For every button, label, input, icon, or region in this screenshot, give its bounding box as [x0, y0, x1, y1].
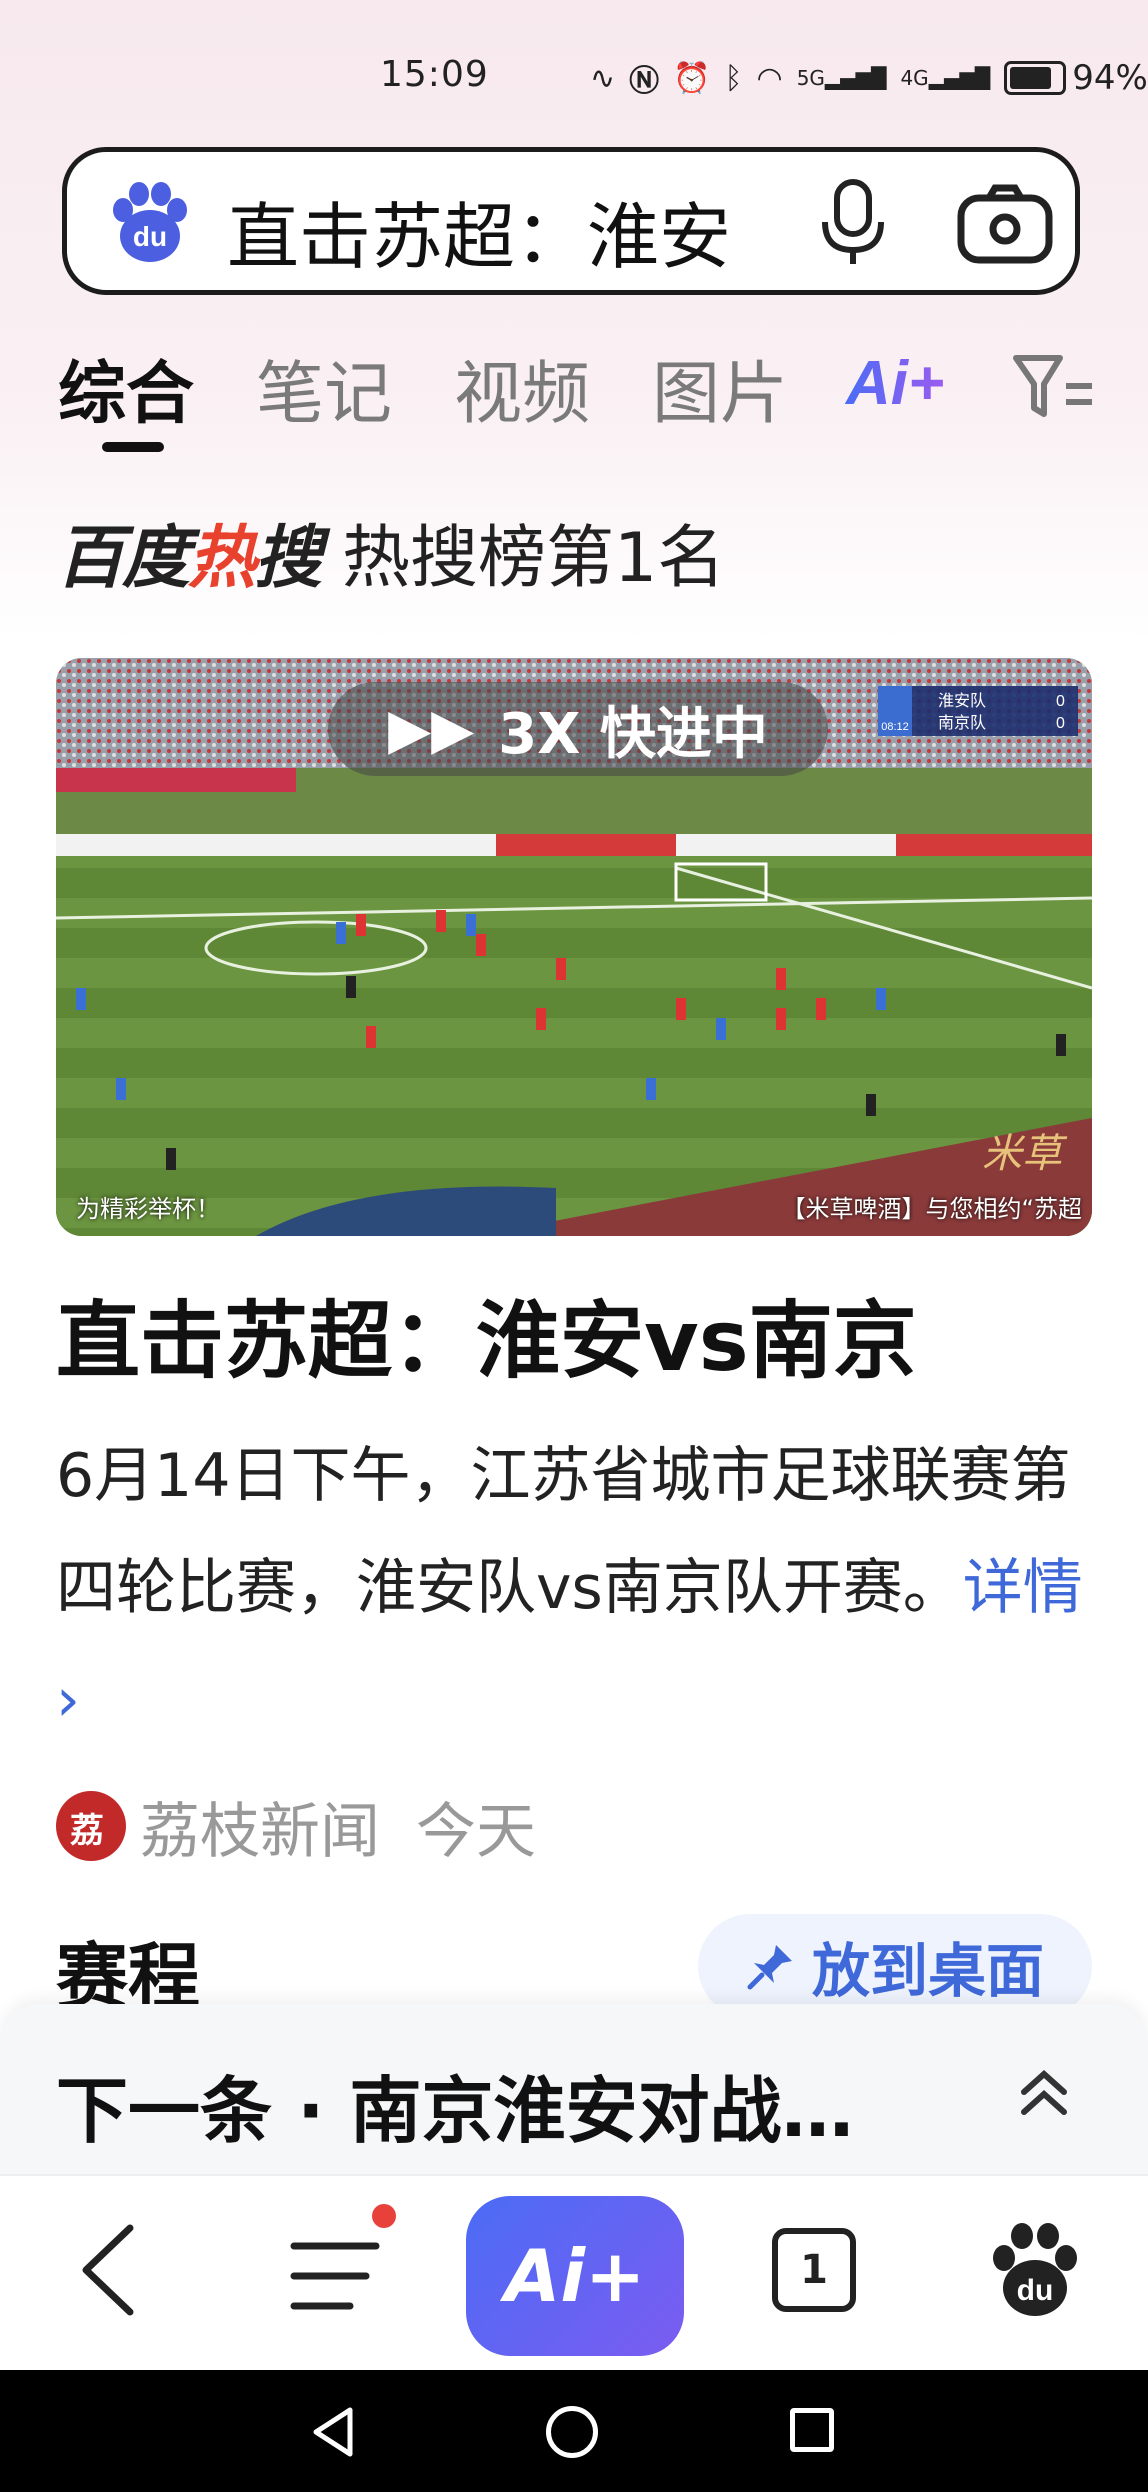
back-icon[interactable] — [70, 2220, 150, 2320]
tab-comprehensive[interactable]: 综合 — [58, 338, 194, 437]
hot-search-rank: 百度热搜 热搜榜第1名 — [56, 506, 725, 598]
battery-percent: 94% — [1072, 58, 1148, 98]
microphone-icon[interactable] — [813, 178, 893, 268]
filter-icon[interactable] — [1010, 352, 1096, 422]
tab-notes[interactable]: 笔记 — [256, 338, 392, 437]
tab-videos[interactable]: 视频 — [454, 338, 590, 437]
alarm-icon: ⏰ — [673, 60, 711, 96]
fast-forward-indicator: ▶▶ 3X 快进中 — [328, 682, 828, 776]
signal-5g-icon: 5G▂▄▆█ — [796, 66, 887, 90]
article-source: 荔 荔枝新闻 今天 — [56, 1788, 536, 1867]
scoreboard-team2: 南京队 — [938, 713, 986, 732]
hot-rank-text: 热搜榜第1名 — [342, 518, 726, 598]
scoreboard-team1: 淮安队 — [938, 691, 986, 710]
nfc-icon: Ⓝ — [629, 64, 660, 99]
article-summary: 6月14日下午，江苏省城市足球联赛第四轮比赛，淮安队vs南京队开赛。详情 › — [56, 1420, 1096, 1756]
baidu-home-icon[interactable]: du — [990, 2222, 1080, 2318]
bottom-toolbar: Ai+ 1 du — [0, 2174, 1148, 2372]
source-avatar: 荔 — [56, 1791, 126, 1861]
active-tab-indicator — [102, 442, 164, 452]
system-recents-icon[interactable] — [790, 2408, 834, 2452]
hot-brand-red: 热 — [188, 518, 256, 598]
system-navigation-bar — [0, 2370, 1148, 2492]
source-avatar-text: 荔 — [70, 1811, 104, 1851]
camera-icon[interactable] — [955, 182, 1055, 266]
battery-fill — [1010, 67, 1052, 89]
system-home-icon[interactable] — [546, 2406, 598, 2458]
baidu-logo-icon: du — [113, 182, 187, 262]
summary-text: 6月14日下午，江苏省城市足球联赛第四轮比赛，淮安队vs南京队开赛。 — [56, 1441, 1071, 1623]
signal-4g-icon: 4G▂▄▆█ — [900, 66, 991, 90]
system-back-icon[interactable] — [310, 2406, 356, 2458]
network-5g-label: 5G — [796, 66, 825, 90]
search-tabs: 综合 笔记 视频 图片 Ai+ — [58, 338, 1118, 452]
tab-switcher-button[interactable]: 1 — [772, 2228, 856, 2312]
scoreboard-time: 08:12 — [881, 721, 909, 733]
status-time: 15:09 — [380, 54, 489, 95]
status-bar: 15:09 ∿ Ⓝ ⏰ ᛒ ◠ 5G▂▄▆█ 4G▂▄▆█ 94% — [0, 50, 1148, 110]
source-name[interactable]: 荔枝新闻 — [140, 1783, 380, 1870]
svg-text:du: du — [133, 221, 167, 252]
ai-assistant-button[interactable]: Ai+ — [466, 2196, 684, 2356]
network-4g-label: 4G — [900, 66, 929, 90]
search-bar[interactable]: du 直击苏超：淮安 — [62, 147, 1080, 295]
wifi-icon: ◠ — [756, 60, 783, 96]
scoreboard: 08:12 淮安队 南京队 0 0 — [878, 686, 1078, 736]
svg-text:du: du — [1017, 2274, 1054, 2307]
ai-button-label: Ai+ — [504, 2234, 646, 2318]
fast-forward-icon: ▶▶ — [388, 696, 475, 762]
next-item-text: 下一条 · 南京淮安对战… — [56, 2069, 854, 2153]
tab-ai[interactable]: Ai+ — [844, 346, 984, 416]
sponsor-watermark: 米草 — [982, 1131, 1062, 1177]
scoreboard-score2: 0 — [1056, 715, 1065, 732]
hot-brand-part1: 百度 — [56, 518, 190, 598]
battery-indicator: 94% — [1004, 58, 1148, 98]
tab-images[interactable]: 图片 — [652, 338, 788, 437]
scoreboard-score1: 0 — [1056, 693, 1065, 710]
article-headline[interactable]: 直击苏超：淮安vs南京 — [56, 1274, 917, 1395]
menu-icon[interactable] — [290, 2236, 380, 2316]
chevron-up-icon[interactable] — [1014, 2064, 1074, 2124]
bluetooth-icon: ᛒ — [724, 60, 743, 96]
link-icon: ∿ — [590, 60, 616, 96]
pin-icon — [747, 1945, 792, 1990]
video-player[interactable]: ▶▶ 3X 快进中 08:12 淮安队 南京队 0 0 米草 为精彩举杯！ 【米… — [56, 658, 1092, 1236]
add-to-desktop-label: 放到桌面 — [811, 1937, 1044, 2005]
notification-dot — [372, 2204, 396, 2228]
status-icons: ∿ Ⓝ ⏰ ᛒ ◠ 5G▂▄▆█ 4G▂▄▆█ 94% — [590, 56, 1148, 100]
source-time: 今天 — [416, 1796, 536, 1867]
search-input[interactable]: 直击苏超：淮安 — [227, 178, 731, 283]
video-caption-left: 为精彩举杯！ — [76, 1195, 220, 1223]
fast-forward-label: 3X 快进中 — [498, 701, 768, 767]
battery-icon — [1004, 61, 1067, 95]
next-item-bar[interactable]: 下一条 · 南京淮安对战… — [0, 2004, 1148, 2174]
ai-tab-label: Ai+ — [844, 349, 944, 416]
video-caption-right: 【米草啤酒】与您相约“苏超 — [781, 1195, 1082, 1223]
add-to-desktop-button[interactable]: 放到桌面 — [698, 1914, 1092, 2018]
hot-brand-part2: 搜 — [254, 518, 322, 598]
baidu-hot-logo: 百度热搜 — [56, 502, 322, 601]
